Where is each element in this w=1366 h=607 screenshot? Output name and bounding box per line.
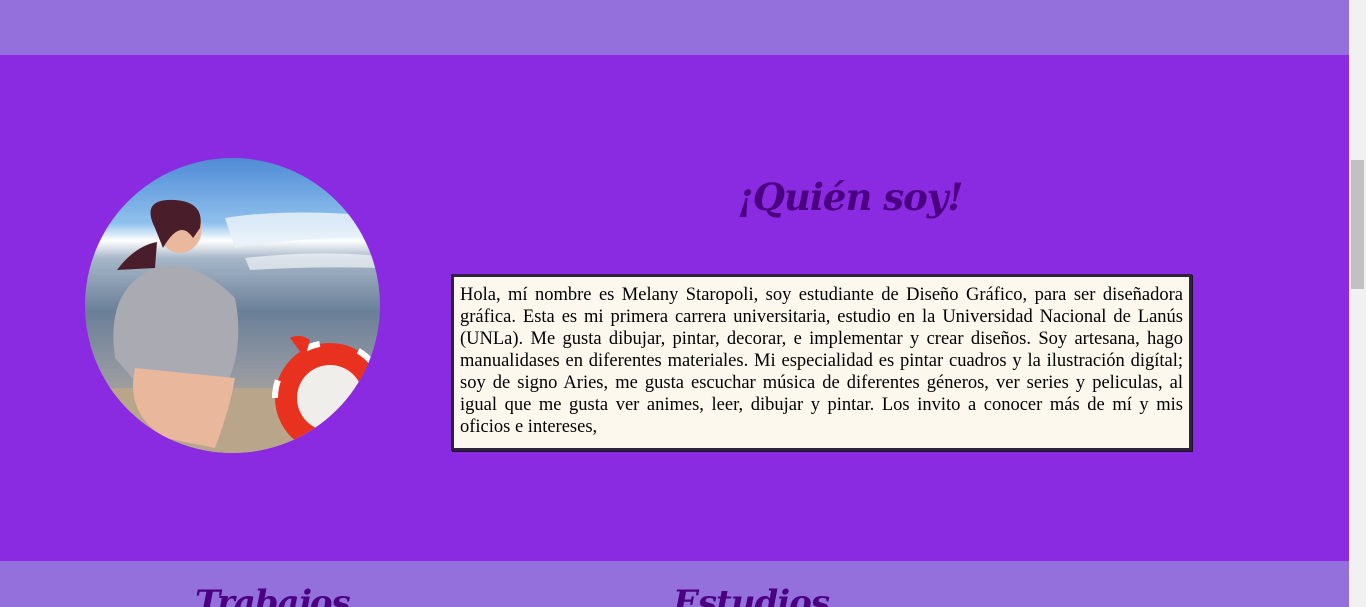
vertical-scrollbar[interactable] (1349, 0, 1366, 607)
about-title: ¡Quién soy! (737, 175, 963, 219)
studies-heading: Estudios (673, 583, 830, 607)
scrollbar-thumb[interactable] (1351, 160, 1364, 289)
about-section: ¡Quién soy! Hola, mí nombre es Melany St… (0, 55, 1349, 561)
profile-photo-illustration (85, 199, 380, 453)
top-band (0, 0, 1349, 55)
profile-photo (85, 158, 380, 453)
page: ¡Quién soy! Hola, mí nombre es Melany St… (0, 0, 1349, 607)
works-heading: Trabajos (195, 583, 351, 607)
about-bio: Hola, mí nombre es Melany Staropoli, soy… (451, 274, 1192, 451)
sections-band: Trabajos Estudios (0, 561, 1349, 607)
